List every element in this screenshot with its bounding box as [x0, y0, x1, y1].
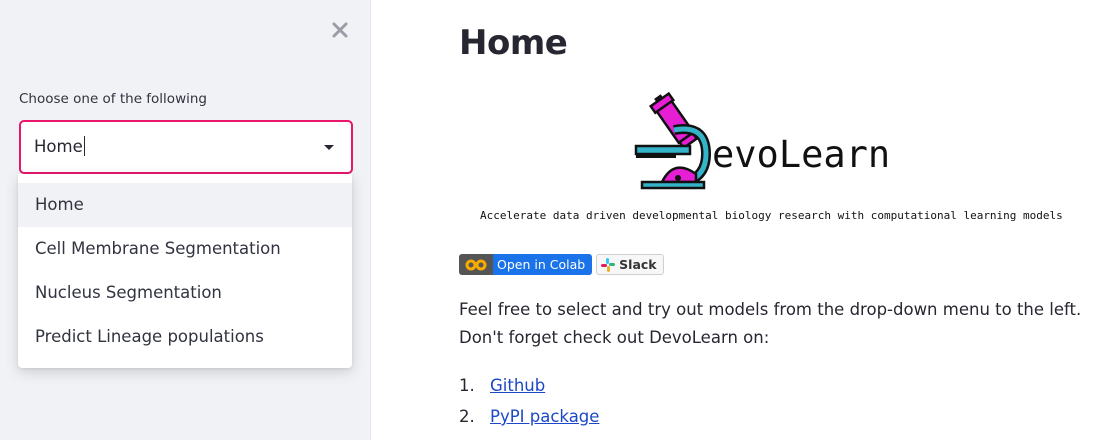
select-dropdown: Home Cell Membrane Segmentation Nucleus …	[18, 174, 352, 368]
intro-paragraph: Feel free to select and try out models f…	[459, 296, 1081, 352]
chevron-down-icon[interactable]	[324, 145, 334, 150]
list-item: 1. Github	[459, 376, 546, 395]
badges: Open in Colab Slack	[459, 254, 664, 275]
microscope-icon	[634, 91, 712, 190]
github-link[interactable]: Github	[490, 376, 545, 395]
option-nucleus-segmentation[interactable]: Nucleus Segmentation	[18, 271, 352, 315]
intro-line-1: Feel free to select and try out models f…	[459, 300, 1082, 319]
pypi-package-link[interactable]: PyPI package	[490, 407, 599, 426]
select-value[interactable]: Home	[34, 136, 85, 156]
slack-icon	[601, 257, 616, 272]
colab-badge-label: Open in Colab	[493, 254, 593, 275]
list-item: 2. PyPI package	[459, 407, 600, 426]
logo-text: evoLearn	[712, 133, 891, 176]
model-select[interactable]: Home	[19, 120, 353, 174]
intro-line-2: Don't forget check out DevoLearn on:	[459, 328, 770, 347]
sidebar: Choose one of the following Home Home Ce…	[0, 0, 371, 440]
tagline: Accelerate data driven developmental bio…	[480, 209, 1063, 222]
close-icon	[332, 22, 348, 38]
option-cell-membrane-segmentation[interactable]: Cell Membrane Segmentation	[18, 227, 352, 271]
open-in-colab-badge[interactable]: Open in Colab	[459, 254, 593, 275]
page-title: Home	[459, 23, 568, 63]
devolearn-logo: evoLearn	[634, 86, 924, 194]
option-home[interactable]: Home	[18, 183, 352, 227]
text-cursor	[83, 136, 85, 156]
colab-icon	[459, 254, 493, 275]
slack-badge-label: Slack	[619, 257, 657, 272]
links-list: 1. Github 2. PyPI package	[459, 370, 599, 432]
slack-badge[interactable]: Slack	[596, 254, 664, 275]
select-label: Choose one of the following	[19, 91, 207, 107]
main-content: Home evoLearn Accelerate data driven dev…	[459, 0, 1099, 440]
close-sidebar-button[interactable]	[328, 18, 352, 42]
option-predict-lineage-populations[interactable]: Predict Lineage populations	[18, 315, 352, 359]
